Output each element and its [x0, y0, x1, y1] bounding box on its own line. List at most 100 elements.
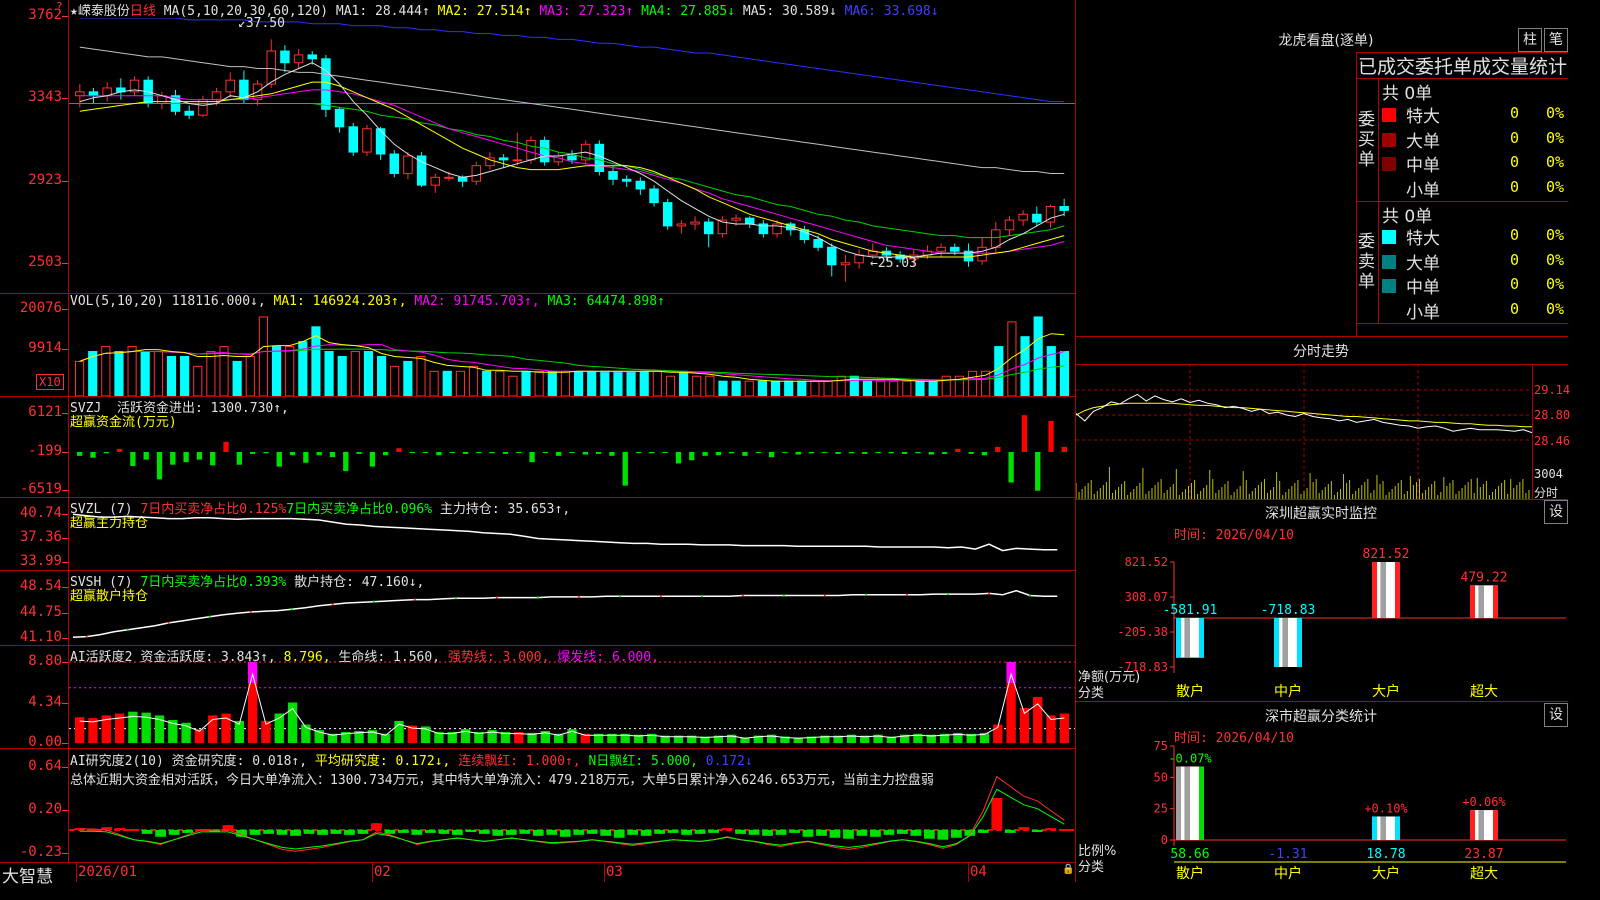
order-size-label: 特大: [1406, 107, 1440, 127]
buy-total: 共 0单: [1382, 84, 1433, 104]
candle: [854, 254, 864, 264]
volume-bar: [757, 380, 767, 396]
y-tick-mark: [62, 662, 68, 663]
order-percent: 0%: [1546, 177, 1565, 196]
y-tick-label: 2503: [28, 254, 62, 270]
fund-flow-bar: [303, 452, 309, 463]
y-tick-mark: [62, 349, 68, 350]
candle: [75, 91, 85, 97]
volume-bar: [429, 370, 439, 396]
y-tick-label: 3762: [28, 7, 62, 23]
research-bar: [128, 829, 140, 832]
research-bar: [519, 830, 531, 834]
y-tick-mark: [62, 181, 68, 182]
stroke-mode-button[interactable]: 笔: [1544, 28, 1568, 52]
volume-bar: [180, 355, 190, 396]
intraday-y-label: 28.46: [1534, 434, 1571, 448]
fund-flow-bar: [595, 452, 602, 454]
volume-bar: [823, 380, 833, 396]
volume-bar: [626, 370, 636, 396]
volume-bar: [534, 370, 544, 396]
y-tick-label: 6121: [28, 404, 62, 420]
y-tick-label: 25: [1154, 802, 1168, 816]
order-percent: 0%: [1546, 104, 1565, 122]
volume-bar: [692, 375, 702, 396]
fund-flow-bar: [369, 452, 376, 467]
y-tick-label: 9914: [28, 340, 62, 356]
research-bar: [627, 830, 639, 835]
high-price-label: ↙37.50: [238, 16, 285, 31]
star-icon[interactable]: ★: [70, 4, 78, 19]
candle: [211, 91, 222, 101]
volume-bar: [403, 360, 413, 396]
volume-bar: [363, 351, 374, 396]
y-tick-label: 0: [1161, 833, 1168, 847]
candle: [444, 176, 454, 179]
ai-research-chart: [69, 775, 1075, 852]
price-panel-header: ★嵘泰股份日线 MA(5,10,20,30,60,120) MA1: 28.44…: [70, 0, 939, 19]
research-bar: [492, 830, 504, 836]
research-bar: [721, 828, 733, 831]
order-size-label: 特大: [1406, 229, 1440, 249]
brand-logo[interactable]: 大智慧: [2, 862, 53, 887]
sz-class-settings-button[interactable]: 设: [1544, 703, 1568, 727]
bar-value-label: -581.91: [1163, 603, 1218, 618]
fund-flow-bar: [742, 452, 748, 456]
research-bar: [586, 830, 598, 834]
research-bar: [438, 830, 450, 834]
activity-bar: [1006, 683, 1016, 743]
fund-flow-bar: [928, 452, 934, 455]
fund-flow-bar: [529, 452, 535, 463]
y-tick-mark: [62, 638, 68, 639]
y-tick-mark: [62, 514, 68, 515]
order-count: 0: [1510, 128, 1520, 147]
holding-tick: [741, 594, 744, 597]
candle: [307, 54, 317, 60]
right-panel: 龙虎看盘(逐单) 柱 笔 已成交委托单成交量统计 委买单 共 0单 特大 0 0% 大…: [1076, 0, 1571, 882]
volume-bar: [442, 370, 452, 396]
legend-swatch: [1382, 279, 1396, 293]
candle: [950, 246, 960, 252]
volume-bar: [74, 360, 85, 396]
category-label: 大户: [1372, 683, 1400, 700]
period-label[interactable]: 日线: [130, 4, 156, 19]
indicator-value: MA3: 27.323↑: [531, 4, 634, 19]
candle: [690, 221, 700, 225]
fund-flow-bar: [662, 452, 668, 453]
order-count: 0: [1510, 250, 1520, 269]
holding-tick: [1028, 594, 1031, 597]
candle: [731, 217, 741, 221]
research-bar: [762, 830, 773, 836]
y-tick-label: 0.20: [28, 801, 62, 817]
candle: [375, 128, 386, 155]
fund-flow-bar: [729, 452, 735, 454]
volume-bar: [468, 365, 479, 396]
lock-icon[interactable]: 🔒: [1062, 864, 1074, 875]
candle: [662, 202, 673, 227]
research-bar: [1058, 829, 1070, 832]
fund-flow-bar: [622, 452, 628, 486]
column-mode-button[interactable]: 柱: [1518, 28, 1542, 52]
holding-tick: [495, 596, 498, 599]
research-bar: [708, 830, 720, 833]
main-chart-area[interactable]: ★嵘泰股份日线 MA(5,10,20,30,60,120) MA1: 28.44…: [0, 0, 1076, 887]
sz-monitor-settings-button[interactable]: 设: [1544, 500, 1568, 524]
fund-flow-bar: [249, 452, 256, 454]
research-bar: [384, 830, 396, 834]
y-tick-label: 48.54: [19, 578, 62, 594]
holding-tick: [372, 600, 375, 603]
volume-bar: [613, 370, 623, 396]
intraday-chart[interactable]: [1076, 364, 1532, 499]
volume-bar: [219, 346, 229, 396]
volume-bar: [390, 365, 400, 396]
order-count: 0: [1510, 153, 1520, 171]
volume-bar: [928, 380, 938, 396]
research-bar: [856, 830, 868, 836]
volume-bar: [350, 351, 360, 396]
volume-bar: [521, 370, 531, 396]
fund-flow-bar: [795, 452, 801, 455]
research-bar: [451, 830, 463, 835]
fund-flow-bar: [396, 448, 402, 452]
order-percent: 0%: [1546, 153, 1565, 171]
research-bar: [559, 830, 571, 837]
